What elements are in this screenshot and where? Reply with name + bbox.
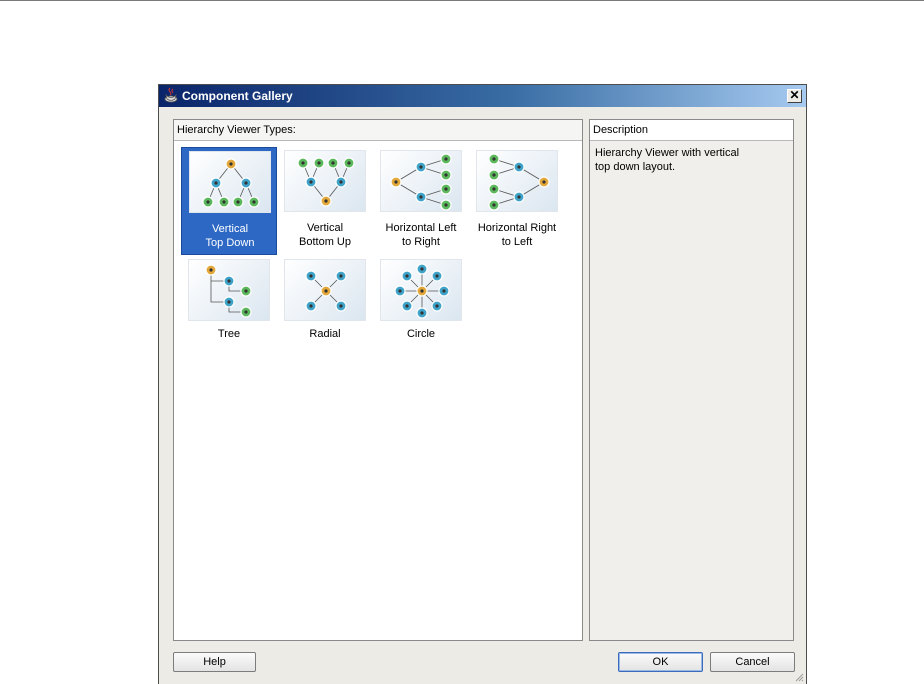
tile-tree[interactable]: Tree	[181, 256, 277, 350]
description-line: top down layout.	[595, 161, 676, 173]
close-button[interactable]: ✕	[787, 89, 802, 103]
tile-label-line2: to Left	[501, 236, 533, 248]
component-gallery-dialog: Component Gallery ✕ Hierarchy Viewer Typ…	[158, 84, 807, 684]
window-top-border	[0, 0, 924, 1]
tile-label-line1: Vertical	[211, 223, 249, 235]
tile-label: Horizontal Left to Right	[373, 221, 469, 249]
description-line: Hierarchy Viewer with vertical	[595, 147, 740, 159]
tile-label: Vertical Bottom Up	[277, 221, 373, 249]
resize-grip-icon[interactable]	[794, 672, 804, 682]
tree-icon	[188, 259, 270, 321]
tile-horizontal-left-to-right[interactable]: Horizontal Left to Right	[373, 147, 469, 255]
tile-label-line1: Vertical	[306, 222, 344, 234]
radial-icon	[284, 259, 366, 321]
tile-radial[interactable]: Radial	[277, 256, 373, 350]
tile-label-line1: Radial	[309, 328, 341, 340]
tile-horizontal-right-to-left[interactable]: Horizontal Right to Left	[469, 147, 565, 255]
description-panel: Description Hierarchy Viewer with vertic…	[589, 119, 794, 641]
ok-button[interactable]: OK	[618, 652, 703, 672]
tile-label: Radial	[277, 327, 373, 341]
tile-label-line1: Tree	[217, 328, 241, 340]
hierarchy-types-panel: Hierarchy Viewer Types: Vertical Top Dow…	[173, 119, 583, 641]
types-panel-header: Hierarchy Viewer Types:	[174, 120, 582, 141]
circle-icon	[380, 259, 462, 321]
tile-label-line2: to Right	[402, 236, 440, 248]
help-button[interactable]: Help	[173, 652, 256, 672]
horizontal-left-to-right-icon	[380, 150, 462, 212]
java-cup-icon	[164, 87, 178, 103]
tile-circle[interactable]: Circle	[373, 256, 469, 350]
tile-label: Circle	[373, 327, 469, 341]
tile-label: Vertical Top Down	[182, 222, 278, 250]
description-header-label: Description	[593, 124, 649, 136]
title-bar[interactable]: Component Gallery ✕	[159, 85, 806, 107]
tile-label-line2: Top Down	[205, 237, 255, 249]
tile-label-line1: Horizontal Left	[385, 222, 457, 234]
tile-vertical-top-down[interactable]: Vertical Top Down	[181, 147, 277, 255]
tile-vertical-bottom-up[interactable]: Vertical Bottom Up	[277, 147, 373, 255]
tile-label-line2: Bottom Up	[299, 236, 351, 248]
tile-label-line1: Horizontal Right	[477, 222, 557, 234]
horizontal-right-to-left-icon	[476, 150, 558, 212]
vertical-bottom-up-icon	[284, 150, 366, 212]
vertical-top-down-icon	[189, 151, 271, 213]
tile-label: Tree	[181, 327, 277, 341]
cancel-button[interactable]: Cancel	[710, 652, 795, 672]
types-header-label: Hierarchy Viewer Types:	[177, 124, 296, 136]
tile-label: Horizontal Right to Left	[469, 221, 565, 249]
description-panel-header: Description	[590, 120, 793, 141]
dialog-title: Component Gallery	[182, 89, 293, 103]
description-text: Hierarchy Viewer with vertical top down …	[595, 146, 785, 174]
tile-label-line1: Circle	[406, 328, 436, 340]
